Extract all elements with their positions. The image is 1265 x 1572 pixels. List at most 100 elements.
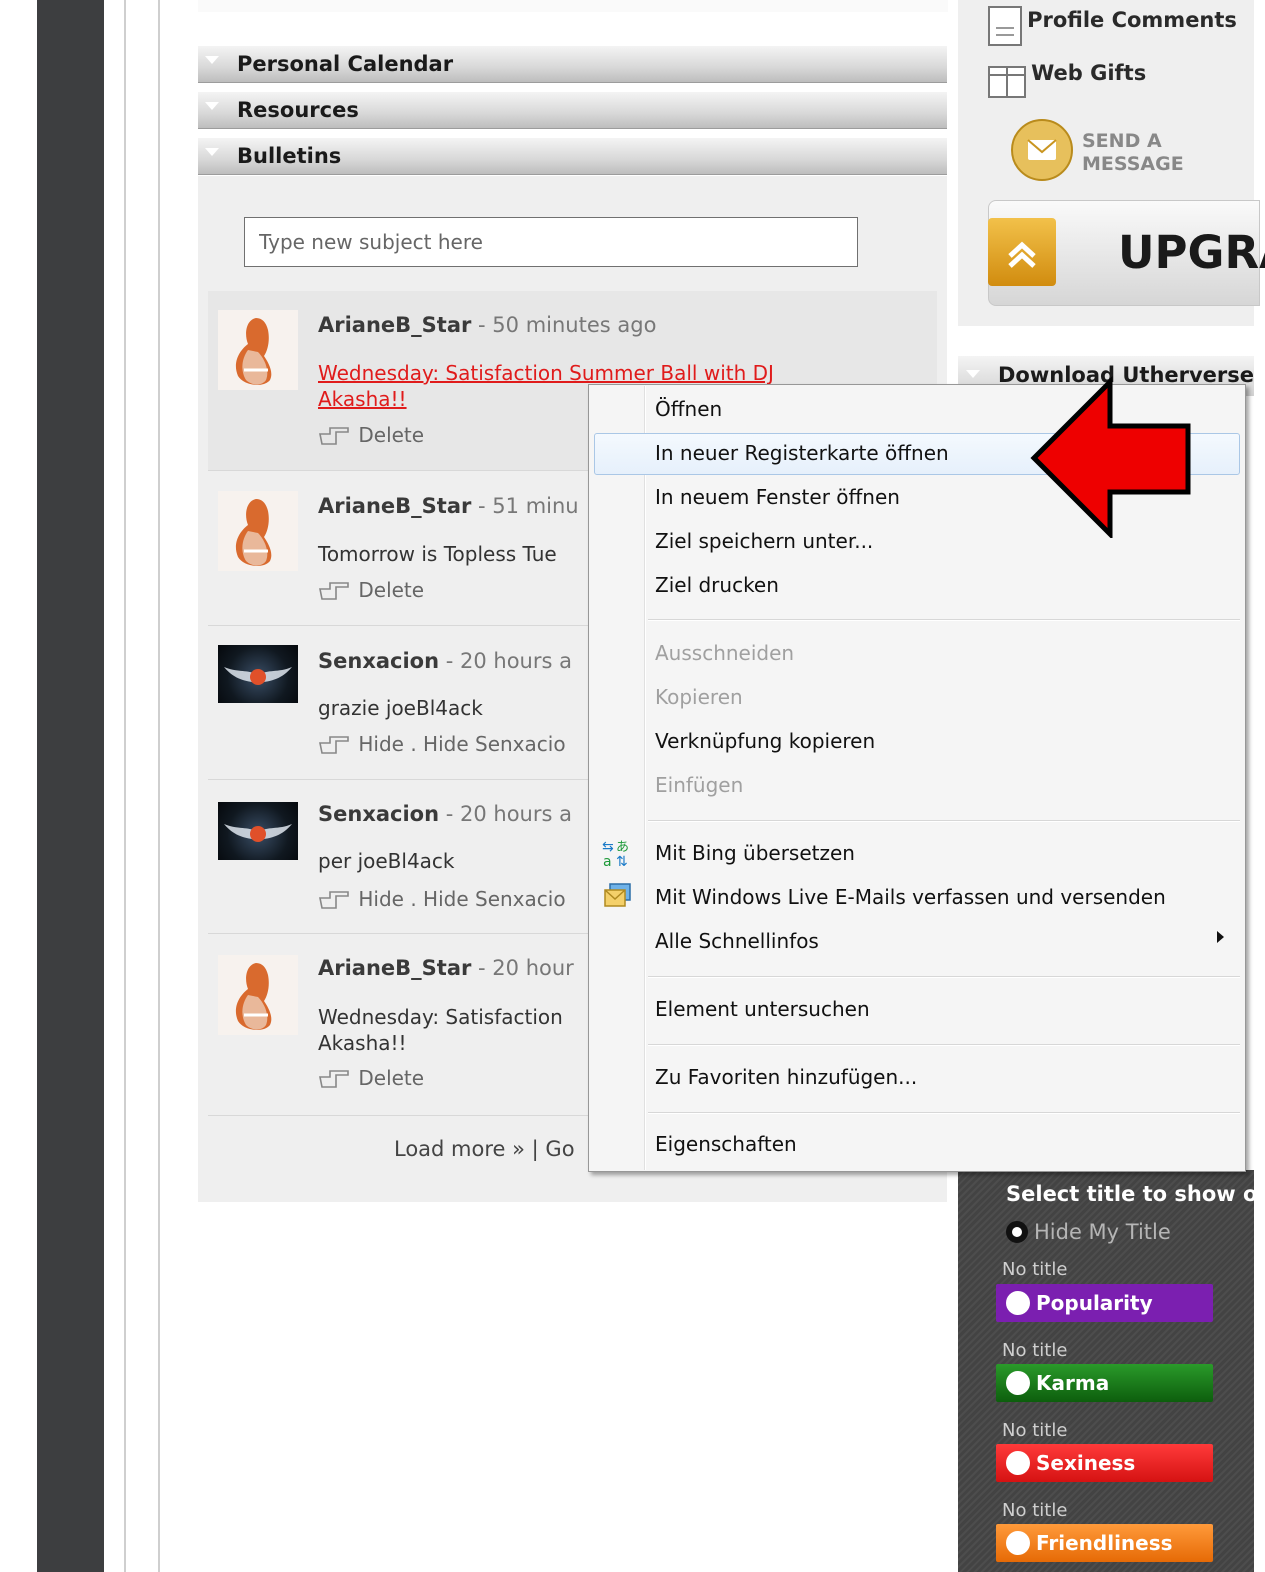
profile-comments-label[interactable]: Profile Comments [1027, 8, 1237, 32]
menu-item-inspect[interactable]: Element untersuchen [655, 997, 870, 1021]
bulletin-body-line: Wednesday: Satisfaction [318, 1005, 563, 1029]
title-caption: No title [1002, 1259, 1068, 1280]
envelope-icon [1011, 119, 1073, 181]
title-option-popularity[interactable]: Popularity [996, 1284, 1213, 1322]
author-name[interactable]: ArianeB_Star [318, 956, 471, 980]
svg-text:あ: あ [616, 840, 629, 855]
collapse-triangle-icon[interactable] [205, 56, 219, 64]
collapse-triangle-icon[interactable] [205, 102, 219, 110]
red-arrow-annotation-icon [1030, 376, 1191, 538]
profile-comments-link[interactable]: Profile Comments [988, 6, 1237, 46]
radio-selected-icon[interactable] [1006, 1221, 1028, 1243]
radio-icon[interactable] [1006, 1371, 1030, 1395]
new-subject-input[interactable] [244, 217, 858, 267]
title-option-karma[interactable]: Karma [996, 1364, 1213, 1402]
title-option-label: Friendliness [1036, 1531, 1173, 1555]
send-message-label[interactable]: SEND A MESSAGE [1082, 130, 1184, 176]
title-option-label: Popularity [1036, 1291, 1153, 1315]
section-title: Resources [237, 98, 359, 122]
bulletin-actions: Hide . Hide Senxacio [318, 887, 566, 911]
gift-icon [988, 66, 1026, 98]
avatar-image [218, 491, 298, 571]
menu-item-copy-link[interactable]: Verknüpfung kopieren [655, 729, 875, 753]
menu-separator [648, 976, 1240, 978]
title-option-label: Sexiness [1036, 1451, 1136, 1475]
svg-text:⇅: ⇅ [616, 854, 628, 869]
section-title: Personal Calendar [237, 52, 454, 76]
radio-icon[interactable] [1006, 1291, 1030, 1315]
menu-item-print-target[interactable]: Ziel drucken [655, 573, 779, 597]
menu-item-open-new-window[interactable]: In neuem Fenster öffnen [655, 485, 900, 509]
action-separator: . [403, 732, 424, 756]
author-name[interactable]: Senxacion [318, 802, 439, 826]
hide-link[interactable]: Hide [358, 732, 404, 756]
avatar[interactable] [218, 491, 298, 571]
web-gifts-link[interactable]: Web Gifts [988, 60, 1146, 98]
menu-item-live-mail[interactable]: Mit Windows Live E-Mails verfassen und v… [655, 885, 1166, 909]
menu-item-accelerators[interactable]: Alle Schnellinfos [655, 929, 819, 953]
bulletin-author[interactable]: ArianeB_Star - 20 hour [318, 956, 574, 980]
menu-item-open[interactable]: Öffnen [655, 397, 722, 421]
bulletin-body-line: Akasha!! [318, 1031, 407, 1055]
menu-item-copy: Kopieren [655, 685, 743, 709]
email-icon [604, 883, 631, 907]
collapse-triangle-icon[interactable] [966, 370, 980, 378]
bulletin-author[interactable]: ArianeB_Star - 51 minu [318, 494, 579, 518]
title-panel-heading: Select title to show o [1006, 1182, 1258, 1206]
hide-user-link[interactable]: Hide Senxacio [423, 887, 566, 911]
pointing-hand-icon [319, 891, 349, 909]
bulletin-author[interactable]: Senxacion - 20 hours a [318, 802, 572, 826]
bulletin-author[interactable]: ArianeB_Star - 50 minutes ago [318, 313, 656, 337]
title-option-friendliness[interactable]: Friendliness [996, 1524, 1213, 1562]
hide-title-option[interactable]: Hide My Title [1006, 1220, 1171, 1244]
title-option-sexiness[interactable]: Sexiness [996, 1444, 1213, 1482]
upgrade-label[interactable]: UPGRA [1118, 226, 1265, 279]
menu-item-add-favorites[interactable]: Zu Favoriten hinzufügen... [655, 1065, 917, 1089]
avatar[interactable] [218, 645, 298, 703]
translate-icon: ⇆ あ a ⇅ [602, 839, 629, 869]
send-message-button[interactable] [1010, 118, 1074, 186]
menu-item-save-target[interactable]: Ziel speichern unter... [655, 529, 873, 553]
load-more-link[interactable]: Load more » [394, 1137, 525, 1161]
section-personal-calendar[interactable]: Personal Calendar [198, 46, 947, 83]
section-resources[interactable]: Resources [198, 92, 947, 129]
submenu-arrow-icon [1217, 931, 1224, 943]
avatar-image [218, 955, 298, 1035]
collapse-triangle-icon[interactable] [205, 148, 219, 156]
radio-icon[interactable] [1006, 1451, 1030, 1475]
delete-link[interactable]: Delete [358, 1066, 424, 1090]
delete-link[interactable]: Delete [358, 578, 424, 602]
hide-link[interactable]: Hide [358, 887, 404, 911]
send-message-line: SEND A [1082, 130, 1162, 152]
radio-icon[interactable] [1006, 1531, 1030, 1555]
menu-item-bing-translate[interactable]: Mit Bing übersetzen [655, 841, 855, 865]
hide-user-link[interactable]: Hide Senxacio [423, 732, 566, 756]
svg-text:a: a [603, 854, 612, 869]
action-separator: . [403, 887, 424, 911]
menu-separator [648, 1112, 1240, 1114]
author-name[interactable]: ArianeB_Star [318, 494, 471, 518]
go-link[interactable]: Go [545, 1137, 574, 1161]
left-margin [0, 0, 37, 1572]
menu-item-properties[interactable]: Eigenschaften [655, 1132, 797, 1156]
left-dark-sidebar [37, 0, 104, 1572]
bulletin-subject-link[interactable]: Wednesday: Satisfaction Summer Ball with… [318, 361, 774, 385]
bulletin-body: Wednesday: Satisfaction Akasha!! [318, 1004, 563, 1056]
bulletin-body: grazie joeBl4ack [318, 696, 483, 720]
title-option-label: Karma [1036, 1371, 1110, 1395]
bulletin-author[interactable]: Senxacion - 20 hours a [318, 649, 572, 673]
menu-item-open-new-tab[interactable]: In neuer Registerkarte öffnen [655, 441, 949, 465]
avatar[interactable] [218, 955, 298, 1035]
bulletin-actions: Delete [318, 578, 424, 602]
section-bulletins[interactable]: Bulletins [198, 138, 947, 175]
avatar[interactable] [218, 310, 298, 390]
bulletin-subject-link[interactable]: Akasha!! [318, 387, 407, 411]
author-name[interactable]: Senxacion [318, 649, 439, 673]
avatar[interactable] [218, 802, 298, 860]
menu-separator [648, 820, 1240, 822]
bulletin-actions: Delete [318, 423, 424, 447]
web-gifts-label[interactable]: Web Gifts [1031, 61, 1146, 85]
bulletin-actions: Hide . Hide Senxacio [318, 732, 566, 756]
delete-link[interactable]: Delete [358, 423, 424, 447]
author-name[interactable]: ArianeB_Star [318, 313, 471, 337]
